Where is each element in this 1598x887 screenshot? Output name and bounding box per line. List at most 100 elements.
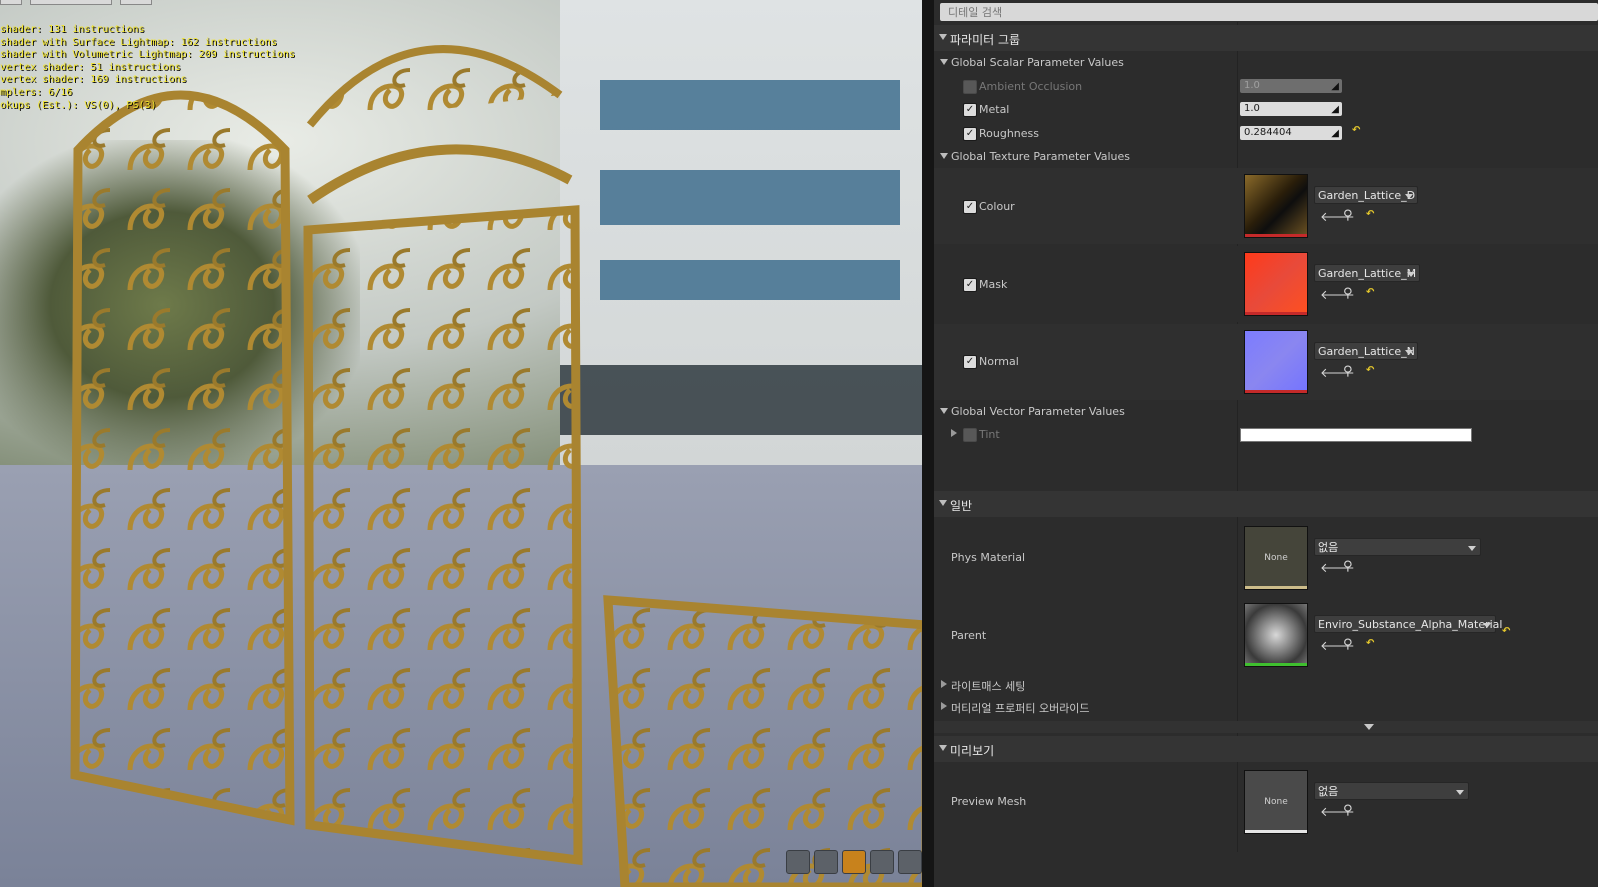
param-row-mask: ✓ Mask Garden_Lattice_M 🡐 ⚲ ↶ — [934, 246, 1598, 322]
parent-row: Parent Enviro_Substance_Alpha_Material ↶… — [934, 597, 1598, 673]
viewport-toolbar-button[interactable] — [30, 0, 112, 5]
param-label: Ambient Occlusion — [979, 80, 1083, 93]
chevron-down-icon — [1483, 623, 1491, 628]
param-row-normal: ✓ Normal Garden_Lattice_N 🡐 ⚲ ↶ — [934, 324, 1598, 400]
preview-mesh-thumbnail[interactable]: None — [1244, 770, 1308, 834]
collapse-arrow-icon — [940, 408, 948, 414]
ambient-occlusion-value[interactable]: 1.0 ◢ — [1240, 79, 1342, 93]
param-row-roughness: ✓ Roughness 0.284404 ◢ ↶ — [934, 124, 1598, 144]
browse-asset-icon[interactable]: ⚲ — [1343, 364, 1353, 379]
reset-to-default-icon[interactable]: ↶ — [1366, 365, 1374, 376]
texture-params-header[interactable]: Global Texture Parameter Values — [934, 146, 1598, 166]
colour-texture-thumbnail[interactable] — [1244, 174, 1308, 238]
thumbnail-none-text: None — [1264, 797, 1288, 807]
preview-shape-toolbar — [786, 850, 922, 874]
phys-material-row: Phys Material None 없음 🡐 ⚲ — [934, 519, 1598, 595]
scalar-params-header[interactable]: Global Scalar Parameter Values — [934, 52, 1598, 72]
param-label: Colour — [979, 200, 1015, 213]
override-checkbox[interactable]: ✓ — [963, 355, 977, 369]
collapse-arrow-icon — [939, 34, 947, 40]
metal-value[interactable]: 1.0 ◢ — [1240, 102, 1342, 116]
browse-asset-icon[interactable]: ⚲ — [1343, 208, 1353, 223]
param-row-metal: ✓ Metal 1.0 ◢ — [934, 100, 1598, 120]
chevron-down-icon — [1456, 790, 1464, 795]
mask-texture-thumbnail[interactable] — [1244, 252, 1308, 316]
advanced-expander[interactable] — [934, 721, 1598, 733]
plane-icon[interactable] — [842, 850, 866, 874]
reset-to-default-icon[interactable]: ↶ — [1502, 626, 1510, 637]
drag-handle-icon[interactable]: ◢ — [1331, 103, 1339, 117]
override-checkbox[interactable] — [963, 428, 977, 442]
drag-handle-icon[interactable]: ◢ — [1331, 127, 1339, 141]
details-search-input[interactable] — [940, 3, 1598, 21]
browse-asset-icon[interactable]: ⚲ — [1343, 286, 1353, 301]
collapse-arrow-icon — [940, 153, 948, 159]
reset-to-default-icon[interactable]: ↶ — [1352, 125, 1360, 136]
chevron-down-icon — [1364, 724, 1374, 730]
override-checkbox[interactable]: ✓ — [963, 200, 977, 214]
garden-lattice-preview — [70, 45, 926, 887]
category-general[interactable]: 일반 — [934, 491, 1598, 517]
panel-splitter[interactable] — [922, 0, 934, 887]
chevron-down-icon — [1405, 350, 1413, 355]
category-preview[interactable]: 미리보기 — [934, 736, 1598, 762]
expand-arrow-icon — [941, 702, 947, 710]
teapot-icon[interactable] — [898, 850, 922, 874]
details-search[interactable] — [940, 3, 1598, 21]
preview-mesh-label: Preview Mesh — [951, 795, 1027, 808]
vector-params-header[interactable]: Global Vector Parameter Values — [934, 401, 1598, 421]
browse-asset-icon[interactable]: ⚲ — [1343, 559, 1353, 574]
param-label: Metal — [979, 103, 1010, 116]
param-row-colour: ✓ Colour Garden_Lattice_D 🡐 ⚲ ↶ — [934, 168, 1598, 244]
details-panel: 파라미터 그룹 Global Scalar Parameter Values A… — [934, 0, 1598, 887]
parent-material-picker[interactable]: Enviro_Substance_Alpha_Material — [1314, 615, 1502, 633]
cylinder-icon[interactable] — [786, 850, 810, 874]
mask-asset-picker[interactable]: Garden_Lattice_M — [1314, 264, 1420, 282]
viewport-toolbar-button[interactable] — [120, 0, 152, 5]
preview-mesh-row: Preview Mesh None 없음 🡐 ⚲ — [934, 764, 1598, 840]
param-label: Tint — [979, 428, 1000, 441]
viewport-toolbar-button[interactable] — [0, 0, 22, 5]
material-overrides-row[interactable]: 머티리얼 프로퍼티 오버라이드 — [934, 698, 1598, 716]
reset-to-default-icon[interactable]: ↶ — [1366, 209, 1374, 220]
override-checkbox[interactable]: ✓ — [963, 278, 977, 292]
scalar-params-title: Global Scalar Parameter Values — [951, 56, 1124, 69]
category-title: 일반 — [950, 499, 973, 513]
override-checkbox[interactable]: ✓ — [963, 103, 977, 117]
browse-asset-icon[interactable]: ⚲ — [1343, 637, 1353, 652]
material-overrides-label: 머티리얼 프로퍼티 오버라이드 — [951, 702, 1090, 715]
cube-icon[interactable] — [870, 850, 894, 874]
override-checkbox[interactable] — [963, 80, 977, 94]
preview-mesh-picker[interactable]: 없음 — [1314, 782, 1469, 800]
chevron-down-icon — [1405, 194, 1413, 199]
expand-arrow-icon — [941, 680, 947, 688]
param-label: Normal — [979, 355, 1019, 368]
material-preview-viewport[interactable]: shader: 131 instructions shader with Surf… — [0, 0, 926, 887]
browse-asset-icon[interactable]: ⚲ — [1343, 803, 1353, 818]
normal-texture-thumbnail[interactable] — [1244, 330, 1308, 394]
collapse-arrow-icon — [939, 745, 947, 751]
drag-handle-icon[interactable]: ◢ — [1331, 80, 1339, 94]
phys-material-thumbnail[interactable]: None — [1244, 526, 1308, 590]
reset-to-default-icon[interactable]: ↶ — [1366, 287, 1374, 298]
chevron-down-icon — [1407, 272, 1415, 277]
lightmass-settings-row[interactable]: 라이트매스 세팅 — [934, 676, 1598, 694]
reset-to-default-icon[interactable]: ↶ — [1366, 638, 1374, 649]
param-row-ambient-occlusion: Ambient Occlusion 1.0 ◢ — [934, 77, 1598, 97]
normal-asset-picker[interactable]: Garden_Lattice_N — [1314, 342, 1418, 360]
category-title: 미리보기 — [950, 744, 995, 758]
sphere-icon[interactable] — [814, 850, 838, 874]
collapse-arrow-icon — [939, 500, 947, 506]
colour-asset-picker[interactable]: Garden_Lattice_D — [1314, 186, 1418, 204]
category-parameter-group[interactable]: 파라미터 그룹 — [934, 25, 1598, 51]
roughness-value[interactable]: 0.284404 ◢ — [1240, 126, 1342, 140]
tint-color-swatch[interactable] — [1240, 428, 1472, 442]
parent-material-thumbnail[interactable] — [1244, 603, 1308, 667]
param-label: Mask — [979, 278, 1008, 291]
expand-arrow-icon[interactable] — [951, 429, 957, 437]
param-label: Roughness — [979, 127, 1040, 140]
override-checkbox[interactable]: ✓ — [963, 127, 977, 141]
phys-material-label: Phys Material — [951, 551, 1026, 564]
parent-label: Parent — [951, 629, 987, 642]
phys-material-picker[interactable]: 없음 — [1314, 538, 1481, 556]
